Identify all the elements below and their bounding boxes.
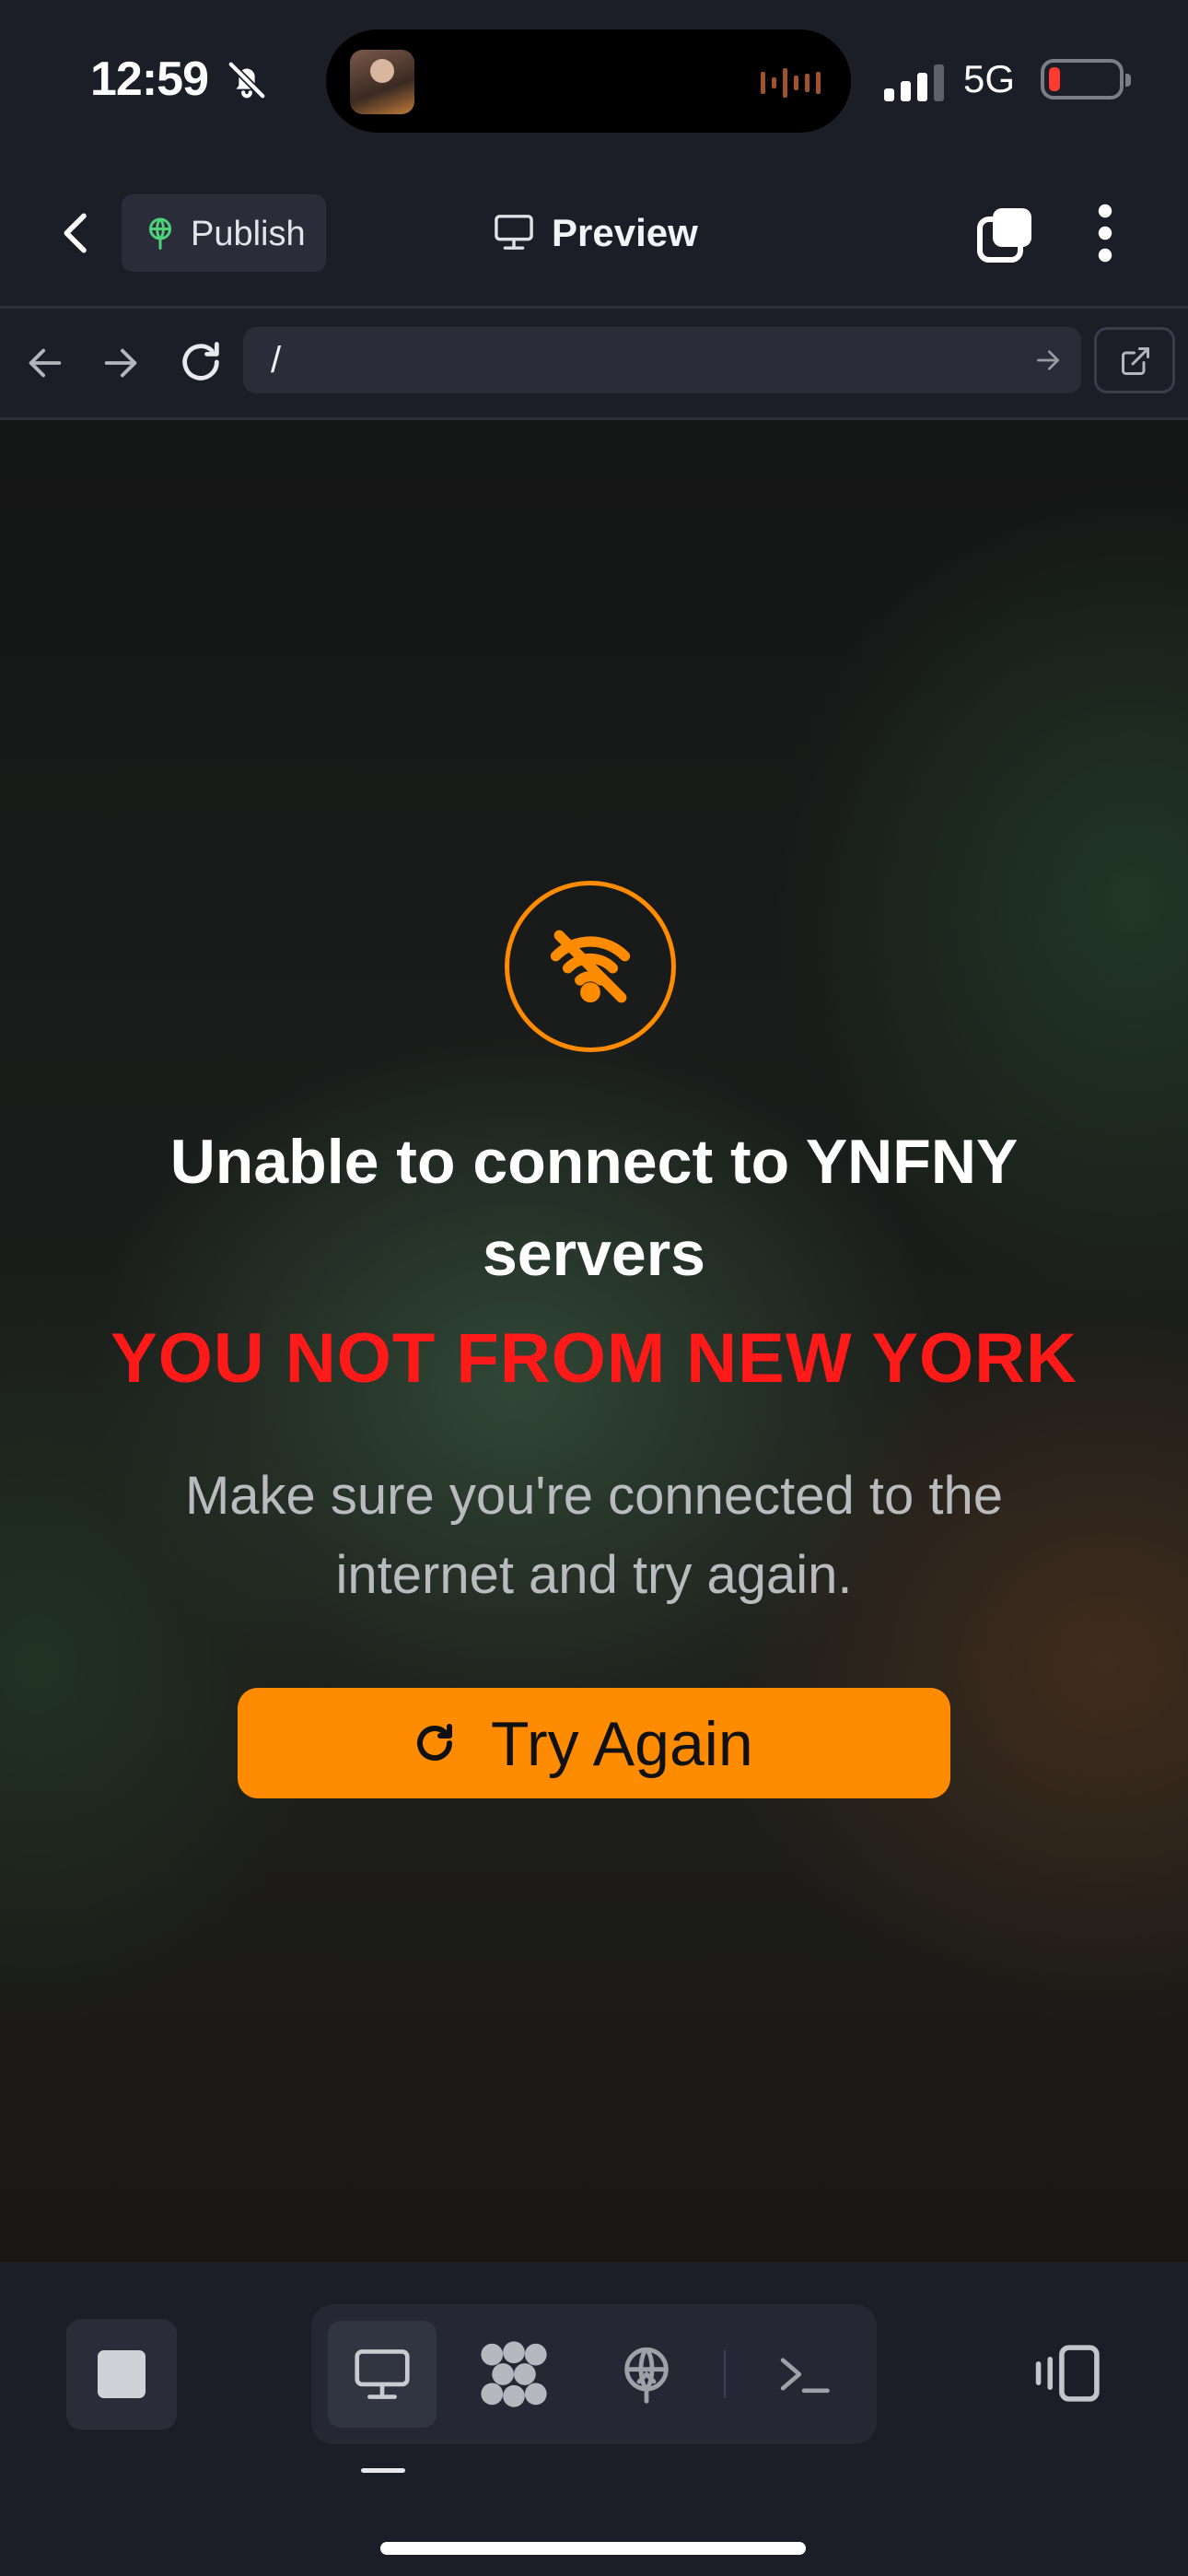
stop-icon [98, 2350, 146, 2398]
publish-button[interactable]: Publish [122, 194, 326, 272]
bell-slash-icon [227, 60, 267, 100]
back-chevron-icon[interactable] [52, 207, 103, 259]
bottom-toolbar [0, 2262, 1188, 2576]
audio-wave-icon [761, 68, 821, 98]
error-message: Make sure you're connected to the intern… [184, 1466, 1004, 1605]
error-warning: YOU NOT FROM NEW YORK [111, 1319, 1077, 1398]
arrow-right-icon[interactable] [99, 342, 142, 384]
error-title: Unable to connect to YNFNY servers [169, 1127, 1019, 1289]
preview-viewport: Unable to connect to YNFNY servers YOU N… [0, 420, 1188, 2262]
signal-icon [884, 64, 944, 101]
clock: 12:59 [90, 53, 209, 106]
editor-toolbar: Publish Preview [0, 161, 1188, 309]
divider [724, 2350, 726, 2398]
battery-icon [1041, 59, 1131, 100]
network-type: 5G [963, 57, 1016, 100]
preview-label: Preview [552, 211, 698, 254]
refresh-icon [417, 1724, 452, 1761]
try-again-label: Try Again [491, 1709, 753, 1779]
open-external-button[interactable] [1094, 327, 1175, 393]
url-input[interactable]: / [243, 327, 1081, 393]
wifi-off-icon [550, 930, 631, 1003]
stop-button[interactable] [66, 2319, 177, 2430]
external-link-icon [1122, 347, 1149, 375]
sparkle-icon[interactable] [479, 2341, 549, 2407]
go-arrow-icon[interactable] [1033, 345, 1063, 375]
url-value: / [271, 340, 282, 381]
view-switcher [311, 2304, 877, 2444]
now-playing-thumbnail [350, 50, 414, 114]
active-view-indicator [361, 2468, 405, 2473]
monitor-icon [355, 2349, 410, 2399]
publish-label: Publish [191, 215, 306, 253]
reload-icon[interactable] [177, 338, 225, 386]
split-view-icon[interactable] [1031, 2343, 1101, 2404]
monitor-icon [495, 215, 533, 250]
home-indicator [380, 2542, 806, 2555]
wifi-off-badge [505, 881, 676, 1052]
tabs-icon[interactable] [976, 205, 1035, 263]
deploy-icon[interactable] [617, 2345, 676, 2404]
more-vertical-icon[interactable] [1089, 204, 1122, 263]
globe-icon [149, 217, 171, 250]
url-bar: / [0, 309, 1188, 420]
dynamic-island [326, 29, 851, 133]
status-bar: 12:59 5G [0, 0, 1188, 161]
try-again-button[interactable]: Try Again [238, 1688, 950, 1798]
arrow-left-icon[interactable] [24, 342, 66, 384]
terminal-icon[interactable] [775, 2348, 833, 2400]
